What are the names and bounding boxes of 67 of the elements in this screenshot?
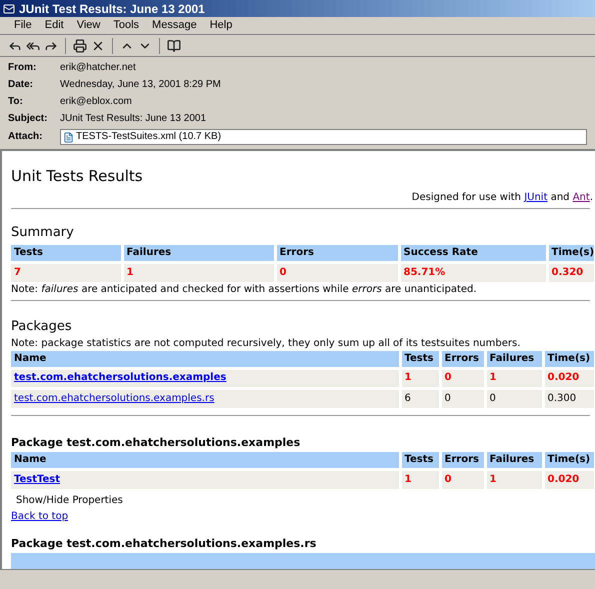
column-header: Failures xyxy=(485,452,543,469)
column-header: Name xyxy=(11,452,400,469)
report-title: Unit Tests Results xyxy=(11,167,144,185)
section-heading: Packages xyxy=(11,319,73,335)
table-cell: 85.71% xyxy=(399,262,547,282)
attachment-name: TESTS-TestSuites.xml (10.7 KB) xyxy=(76,130,222,144)
table-cell: 1 xyxy=(485,368,543,388)
column-header: Time(s) xyxy=(543,452,595,469)
package-link[interactable]: TestTest xyxy=(14,474,60,485)
field-value: erik@eblox.com xyxy=(60,95,132,109)
attachment-field[interactable]: TESTS-TestSuites.xml (10.7 KB) xyxy=(60,129,587,145)
column-header: Time(s) xyxy=(547,245,595,262)
table-cell: 0 xyxy=(485,388,543,408)
file-icon xyxy=(63,132,74,142)
field-label: To: xyxy=(8,95,24,109)
column-header: Time(s) xyxy=(543,351,595,368)
table-cell: 0 xyxy=(275,262,399,282)
address-book-icon[interactable] xyxy=(167,38,181,52)
table-cell: 1 xyxy=(122,262,275,282)
column-header: Errors xyxy=(440,452,485,469)
table-cell: 0.020 xyxy=(543,469,595,489)
table-cell: 0.320 xyxy=(547,262,595,282)
menu-item[interactable]: Tools xyxy=(107,20,146,31)
table-cell: 6 xyxy=(400,388,440,408)
table-cell: 1 xyxy=(485,469,543,489)
field-value: erik@hatcher.net xyxy=(60,61,136,75)
table-cell: 0 xyxy=(440,368,485,388)
properties-toggle[interactable]: Show/Hide Properties xyxy=(11,494,595,507)
window-title: JUnit Test Results: June 13 2001 xyxy=(19,2,205,14)
column-header: Tests xyxy=(400,452,440,469)
printer-icon[interactable] xyxy=(73,38,87,52)
field-value: JUnit Test Results: June 13 2001 xyxy=(60,112,206,126)
column-header: Failures xyxy=(122,245,275,262)
section-heading: Package test.com.ehatchersolutions.examples xyxy=(11,436,302,450)
section-heading: Package test.com.ehatchersolutions.examples.rs xyxy=(11,537,318,551)
table-cell: 7 xyxy=(11,262,122,282)
column-header: Failures xyxy=(485,351,543,368)
column-header: Errors xyxy=(440,351,485,368)
column-header: Success Rate xyxy=(399,245,547,262)
menu-item[interactable]: View xyxy=(70,20,106,31)
credit-text: Designed for use with JUnit and Ant. xyxy=(410,191,594,204)
credit-link[interactable]: Ant xyxy=(572,192,590,203)
column-header: Tests xyxy=(400,351,440,368)
table-cell: 0 xyxy=(440,469,485,489)
menu-item[interactable]: Help xyxy=(204,20,238,31)
menu-item[interactable]: Message xyxy=(146,20,203,31)
menu-item[interactable]: Edit xyxy=(38,20,70,31)
field-label: Date: xyxy=(8,78,34,92)
field-label: Attach: xyxy=(8,130,44,144)
table-cell: 1 xyxy=(400,368,440,388)
table-cell: 1 xyxy=(400,469,440,489)
credit-link[interactable]: JUnit xyxy=(524,192,548,203)
table-cell: 0.020 xyxy=(543,368,595,388)
note-text: Note: failures are anticipated and checked for with assertions while errors are unanticipated. xyxy=(11,283,478,296)
table-cell: 0 xyxy=(440,388,485,408)
column-header: Tests xyxy=(11,245,122,262)
field-label: Subject: xyxy=(8,112,48,126)
menu-item[interactable]: File xyxy=(8,20,38,31)
field-value: Wednesday, June 13, 2001 8:29 PM xyxy=(60,78,221,92)
note-text: Note: package statistics are not computed recursively, they only sum up all of its testsuites numbers. xyxy=(11,337,522,350)
section-heading: Summary xyxy=(11,225,75,241)
column-header: Name xyxy=(11,351,400,368)
table-cell: 0.300 xyxy=(543,388,595,408)
back-to-top-link[interactable]: Back to top xyxy=(11,510,68,523)
mail-icon xyxy=(3,2,15,14)
column-header: Errors xyxy=(275,245,399,262)
field-label: From: xyxy=(8,61,38,75)
